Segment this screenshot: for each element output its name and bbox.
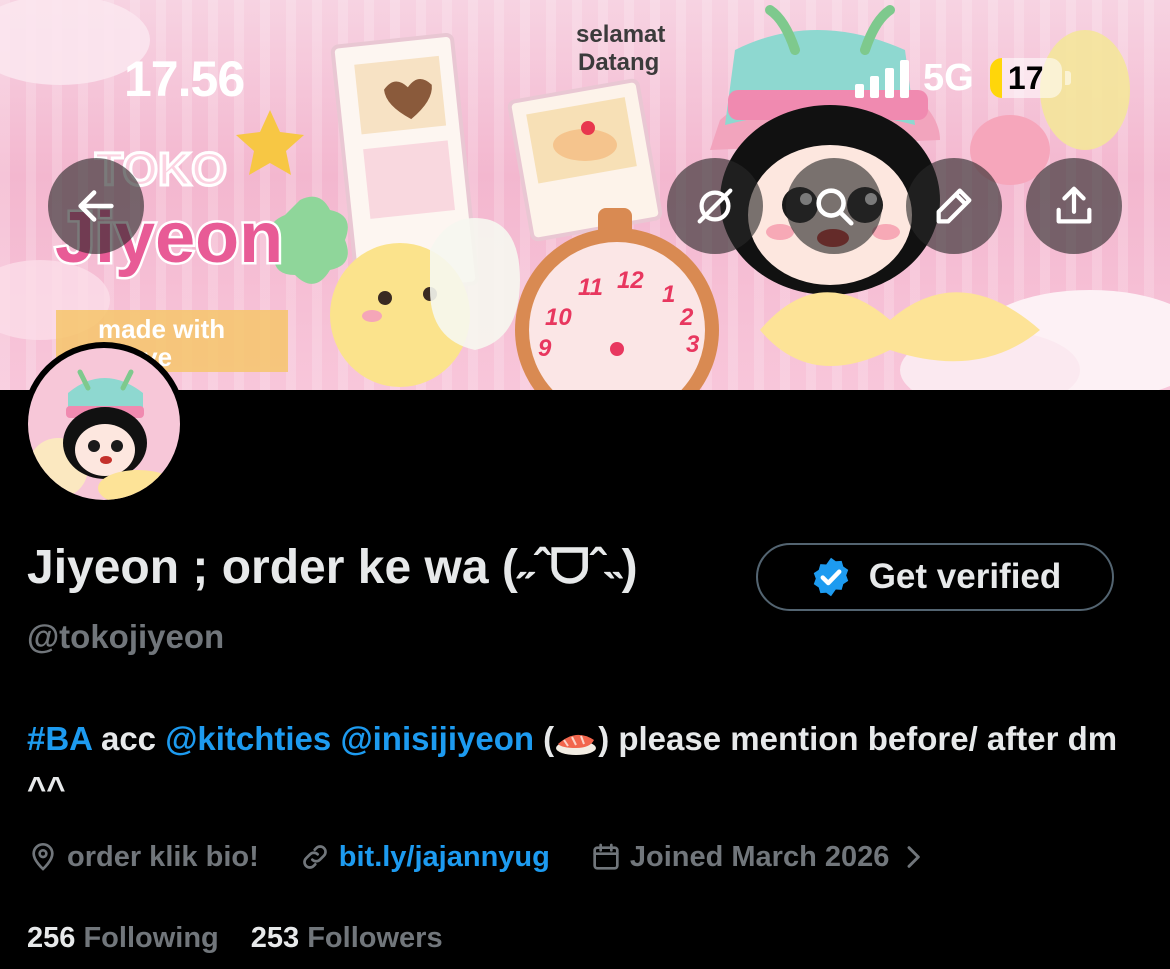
- network-type: 5G: [923, 56, 974, 99]
- profile-banner[interactable]: 11 12 1 2 3 10 9 TOKO Jiyeon made with s…: [0, 0, 1170, 390]
- battery-tip: [1064, 71, 1071, 85]
- bio-text: acc: [91, 720, 166, 757]
- website-link[interactable]: bit.ly/jajannyug: [339, 841, 550, 874]
- edit-button[interactable]: [906, 158, 1002, 254]
- profile-meta: order klik bio! bit.ly/jajannyug Joined …: [27, 836, 969, 878]
- avatar-image: [28, 348, 180, 506]
- bio: #BA acc @kitchties @inisijiyeon ( ) plea…: [27, 714, 1147, 814]
- user-handle: @tokojiyeon: [27, 618, 225, 655]
- battery-icon: 17: [989, 58, 1062, 98]
- location-text: order klik bio!: [67, 840, 259, 873]
- follow-stats: 256 Following 253 Followers: [27, 922, 443, 955]
- status-indicators: 5G 17: [855, 55, 1071, 101]
- following-label: Following: [83, 922, 219, 954]
- status-time: 17.56: [124, 51, 245, 107]
- clock-number: 1: [662, 281, 675, 308]
- clock-number: 10: [545, 304, 572, 331]
- location-pin-icon: [32, 843, 54, 871]
- clock-number: 11: [578, 274, 603, 301]
- display-name: Jiyeon ; order ke wa (˶ˆᗜˆ˵): [27, 541, 638, 594]
- battery-fill: [989, 58, 1002, 98]
- arrow-left-icon: [78, 190, 114, 222]
- joined-item[interactable]: Joined March 2026: [590, 841, 930, 874]
- followers-label: Followers: [307, 922, 443, 954]
- clock-number: 2: [679, 304, 694, 331]
- verified-badge-icon: [813, 557, 848, 597]
- clock-number: 3: [686, 331, 700, 358]
- grok-button[interactable]: [667, 158, 763, 254]
- chevron-right-icon: [907, 846, 921, 868]
- followers-count: 253: [250, 922, 300, 954]
- avatar[interactable]: [22, 342, 186, 506]
- clock-number: 9: [538, 335, 552, 362]
- banner-greeting-1: selamat: [576, 21, 665, 48]
- bio-mention-kitchties[interactable]: @kitchties: [165, 720, 331, 757]
- profile-screen: 11 12 1 2 3 10 9 TOKO Jiyeon made with s…: [0, 0, 1170, 969]
- banner-tagline-1: made with: [98, 314, 225, 344]
- sushi-emoji-icon: [556, 734, 597, 755]
- link-icon: [302, 845, 327, 869]
- share-button[interactable]: [1026, 158, 1122, 254]
- search-icon: [816, 188, 854, 226]
- banner-greeting-2: Datang: [578, 49, 659, 76]
- followers-stat[interactable]: 253 Followers: [251, 922, 443, 955]
- following-count: 256: [27, 922, 76, 954]
- battery-level: 17: [1007, 59, 1044, 96]
- search-button[interactable]: [786, 158, 882, 254]
- clock-number: 12: [617, 267, 644, 294]
- back-button[interactable]: [48, 158, 144, 254]
- following-stat[interactable]: 256 Following: [27, 922, 219, 955]
- joined-text: Joined March 2026: [629, 840, 890, 873]
- grok-icon: [697, 188, 733, 224]
- share-icon: [1056, 186, 1092, 224]
- bio-mention-inisijiyeon[interactable]: @inisijiyeon: [340, 720, 534, 757]
- website-item[interactable]: bit.ly/jajannyug: [299, 841, 550, 874]
- pencil-icon: [936, 188, 972, 224]
- bio-hashtag[interactable]: #BA: [27, 720, 92, 757]
- location-item: order klik bio!: [27, 841, 259, 874]
- get-verified-label: Get verified: [868, 557, 1062, 596]
- get-verified-button[interactable]: Get verified: [756, 543, 1114, 611]
- bio-text: (: [534, 720, 555, 757]
- signal-icon: [855, 58, 909, 98]
- calendar-icon: [593, 843, 619, 870]
